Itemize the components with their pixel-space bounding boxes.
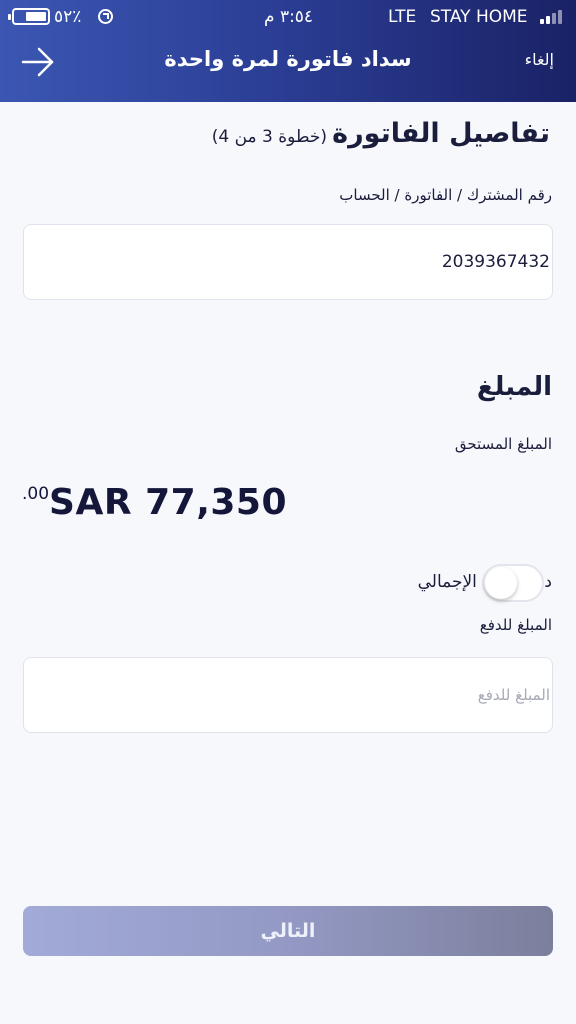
amount-section-title: المبلغ xyxy=(476,372,552,402)
pay-amount-label: المبلغ للدفع xyxy=(479,616,552,634)
carrier-name: STAY HOME xyxy=(430,7,528,27)
amount-due: .00SAR 77,350 xyxy=(22,482,287,523)
orientation-lock-icon xyxy=(98,9,113,24)
header: ٥٢٪ ٣:٥٤ م LTE STAY HOME سداد فاتورة لمر… xyxy=(0,0,576,102)
next-button[interactable]: التالي xyxy=(23,906,553,956)
page-title: سداد فاتورة لمرة واحدة xyxy=(164,47,412,71)
network-type: LTE xyxy=(388,7,417,27)
step-indicator: (خطوة 3 من 4) xyxy=(211,127,328,147)
step-heading: تفاصيل الفاتورة (خطوة 3 من 4) xyxy=(20,118,550,149)
status-bar: ٥٢٪ ٣:٥٤ م LTE STAY HOME xyxy=(0,0,576,34)
account-number-label: رقم المشترك / الفاتورة / الحساب xyxy=(339,186,552,204)
nav-bar: سداد فاتورة لمرة واحدة إلغاء xyxy=(0,34,576,102)
toggle-knob xyxy=(485,567,517,599)
pay-amount-input[interactable] xyxy=(24,658,552,732)
battery-icon xyxy=(8,8,50,25)
pay-amount-field[interactable] xyxy=(23,657,553,733)
app-screen: ٥٢٪ ٣:٥٤ م LTE STAY HOME سداد فاتورة لمر… xyxy=(0,0,576,1024)
status-time: ٣:٥٤ م xyxy=(264,7,314,27)
cancel-button[interactable]: إلغاء xyxy=(525,50,554,69)
back-arrow-icon[interactable] xyxy=(20,46,56,78)
account-number-input[interactable] xyxy=(24,225,552,299)
amount-due-decimals: .00 xyxy=(22,484,50,504)
pay-full-amount-toggle[interactable] xyxy=(482,564,544,602)
signal-bars-icon xyxy=(540,10,568,24)
battery-percent: ٥٢٪ xyxy=(54,7,82,27)
amount-due-value: SAR 77,350 xyxy=(49,482,288,523)
account-number-field[interactable] xyxy=(23,224,553,300)
amount-due-label: المبلغ المستحق xyxy=(454,435,552,453)
step-title: تفاصيل الفاتورة xyxy=(332,118,550,149)
